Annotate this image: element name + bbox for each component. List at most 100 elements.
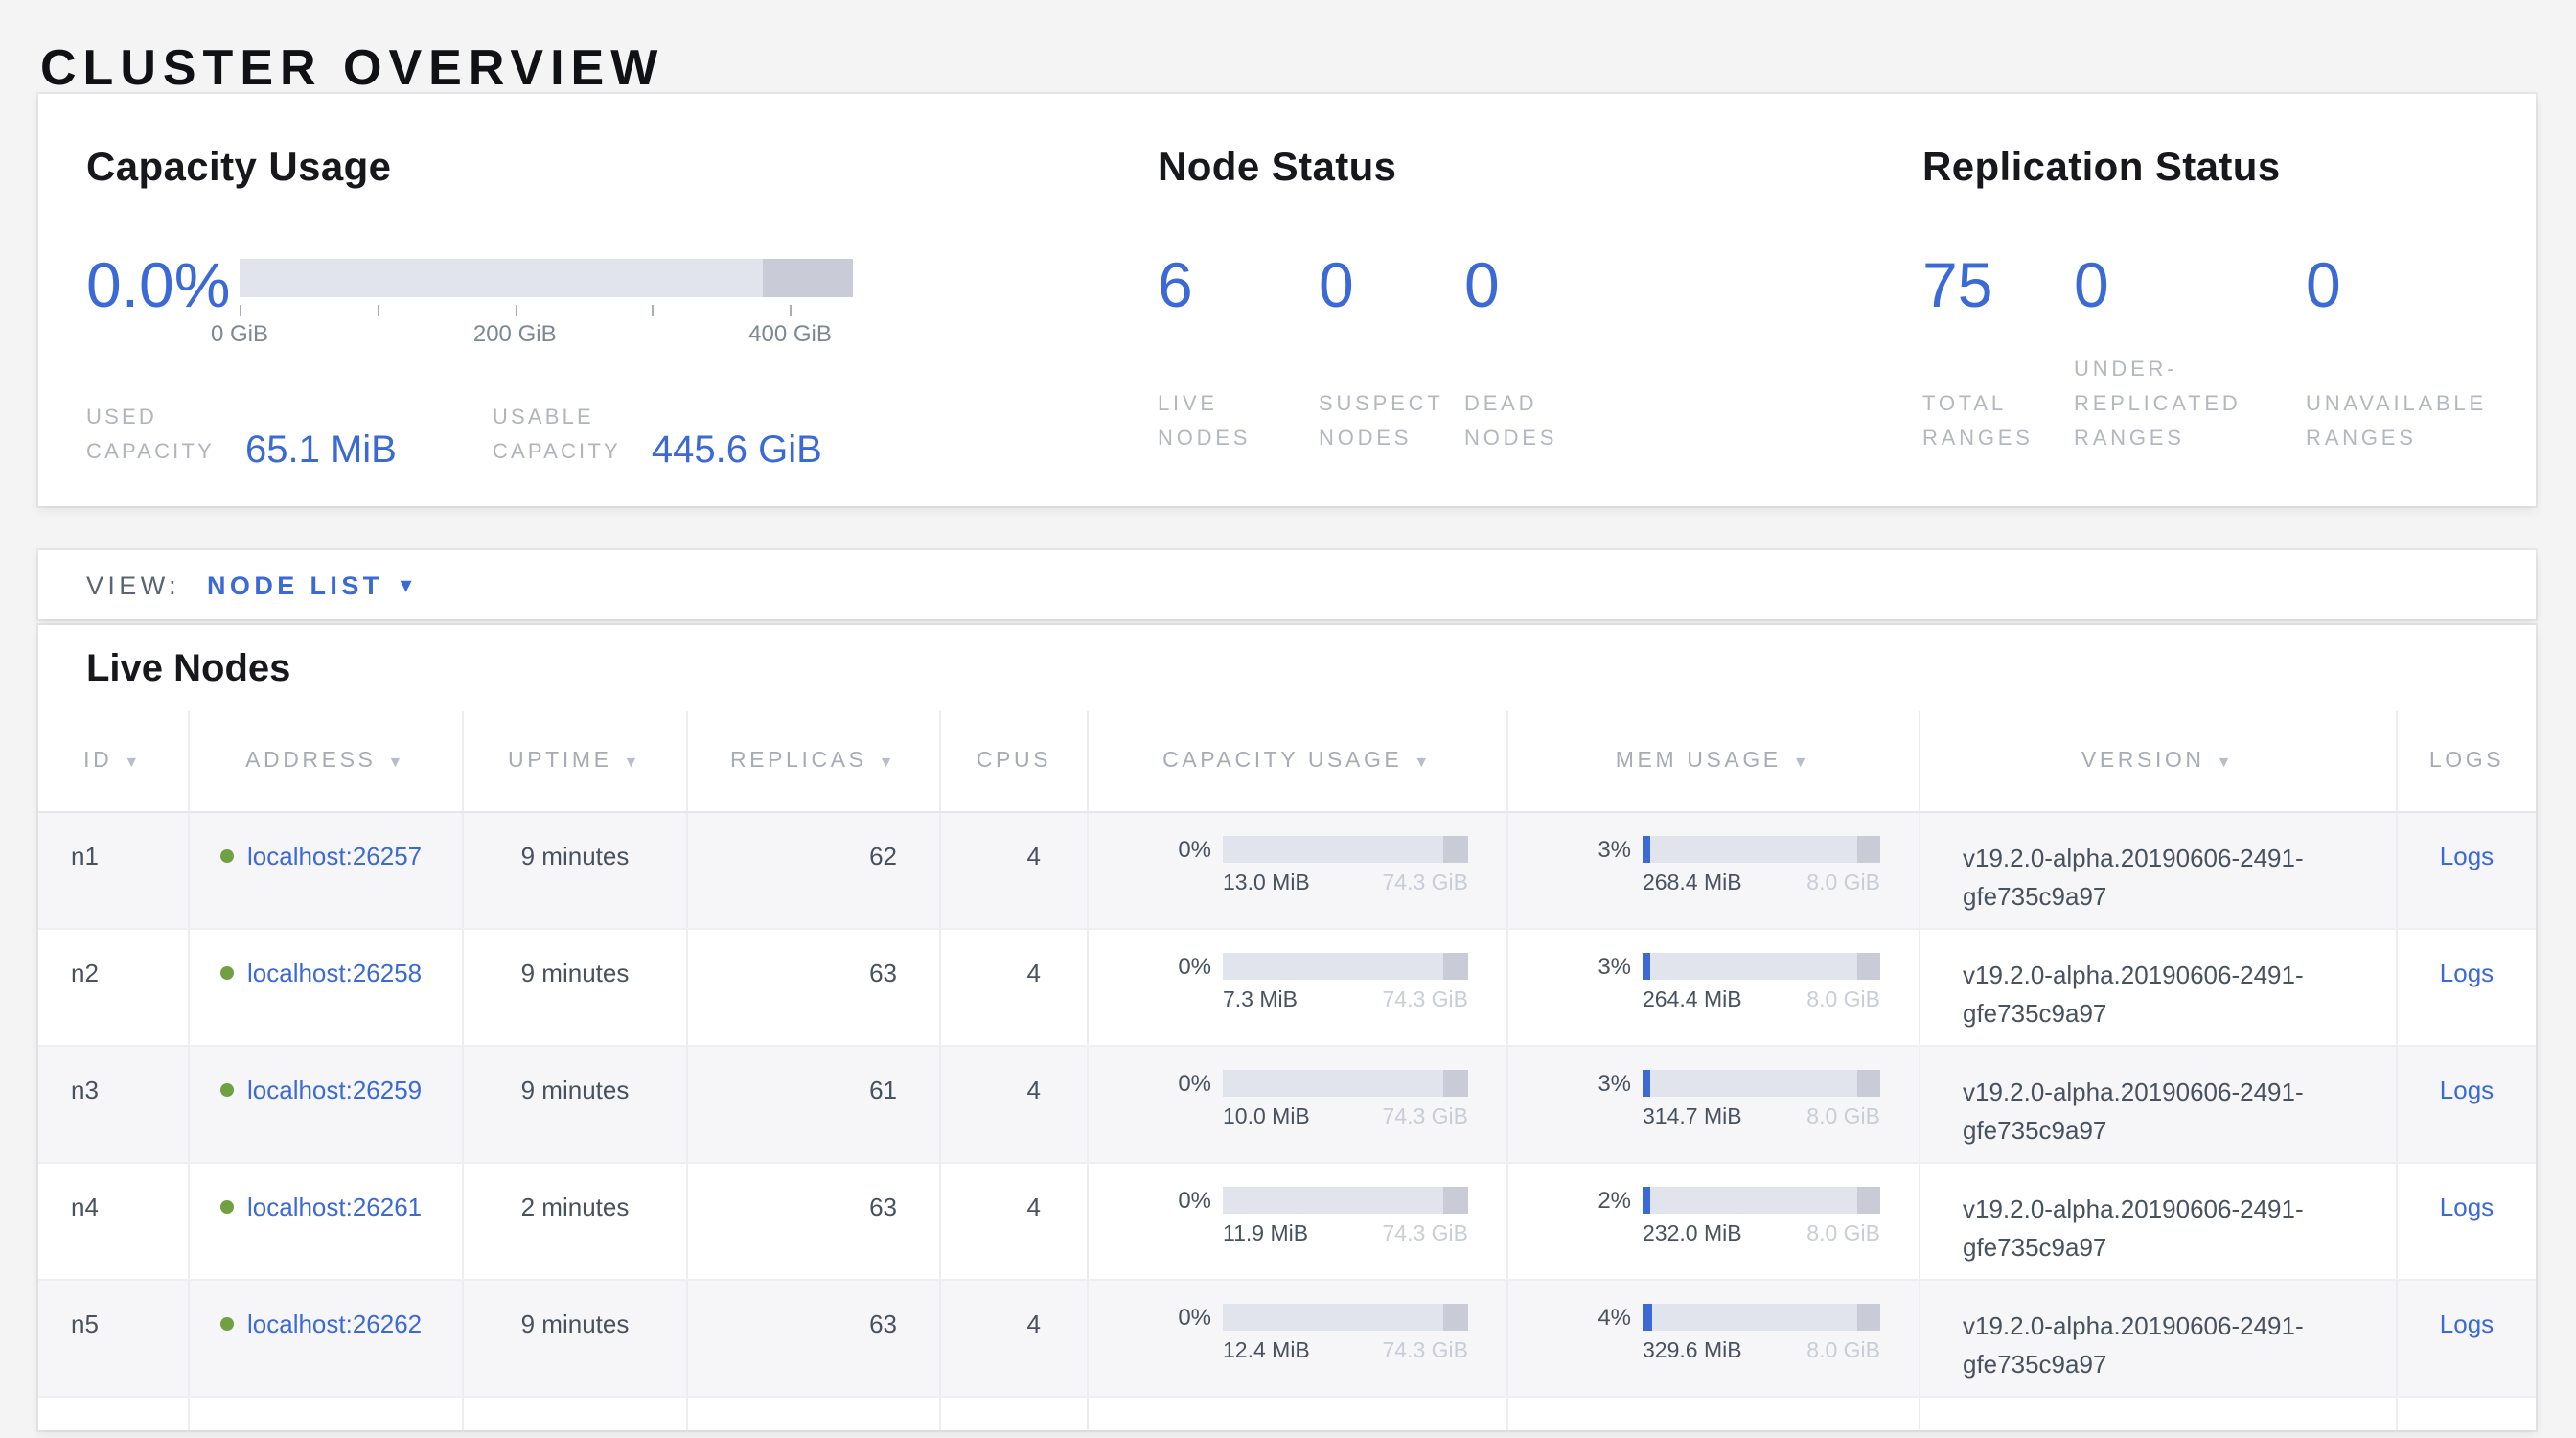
- dead-nodes-count: 0: [1464, 259, 1591, 313]
- capacity-bar-other-segment: [1443, 836, 1468, 863]
- column-header-memory[interactable]: MEM USAGE▼: [1508, 711, 1920, 811]
- node-address-link[interactable]: localhost:26257: [247, 836, 424, 876]
- node-logs-cell: Logs: [2398, 1047, 2536, 1162]
- column-header-label: UPTIME: [508, 750, 612, 773]
- capacity-percent-label: 0%: [1154, 953, 1211, 980]
- empty-cell: [190, 1398, 464, 1430]
- capacity-tick: [653, 305, 655, 316]
- node-status-section: Node Status 6 LIVE NODES 0 SUSPECT NODES…: [1158, 94, 1922, 506]
- memory-used-value: 314.7 MiB: [1643, 1106, 1742, 1129]
- node-address-cell: localhost:26258: [190, 930, 464, 1045]
- node-row: n4localhost:262612 minutes6340%11.9 MiB7…: [38, 1164, 2536, 1281]
- capacity-tick: [515, 305, 517, 316]
- memory-bar-other-segment: [1856, 1070, 1880, 1097]
- column-header-logs: LOGS: [2398, 711, 2536, 811]
- memory-labels: 329.6 MiB8.0 GiB: [1508, 1340, 1919, 1363]
- node-cpus-cell: 4: [941, 1164, 1089, 1279]
- capacity-usage-cell: 0% 10.0 MiB 74.3 GiB: [1089, 1047, 1508, 1162]
- logs-link[interactable]: Logs: [2440, 1191, 2494, 1279]
- capacity-used-value: 10.0 MiB: [1223, 1106, 1310, 1129]
- under-replicated-ranges-label: UNDER-REPLICATED RANGES: [2074, 353, 2288, 456]
- page-title: CLUSTER OVERVIEW: [40, 38, 664, 98]
- node-address-link[interactable]: localhost:26258: [247, 953, 424, 993]
- memory-bar-other-segment: [1856, 1187, 1880, 1214]
- memory-bar: [1643, 1187, 1880, 1214]
- capacity-usage-cell: 0%11.9 MiB74.3 GiB: [1089, 1164, 1508, 1279]
- node-address-cell: localhost:26262: [190, 1281, 464, 1396]
- dead-nodes-stat: 0 DEAD NODES: [1464, 259, 1591, 456]
- capacity-bar: [1223, 1304, 1468, 1331]
- capacity-usage-cell: 0% 7.3 MiB 74.3 GiB: [1089, 930, 1508, 1045]
- column-header-capacity[interactable]: CAPACITY USAGE▼: [1089, 711, 1508, 811]
- view-selector[interactable]: NODE LIST ▾: [207, 570, 412, 599]
- capacity-bar-other-segment: [1443, 1070, 1468, 1097]
- memory-bar-other-segment: [1856, 1304, 1880, 1331]
- memory-total-value: 8.0 GiB: [1806, 989, 1880, 1012]
- total-ranges-label: TOTAL RANGES: [1922, 387, 2049, 456]
- capacity-percent-label: 0%: [1154, 1070, 1211, 1097]
- capacity-bar-other-segment: [1443, 1187, 1468, 1214]
- empty-cell: [1508, 1398, 1920, 1430]
- capacity-used-value: 13.0 MiB: [1223, 872, 1310, 895]
- column-header-replicas[interactable]: REPLICAS▼: [688, 711, 941, 811]
- capacity-total-value: 74.3 GiB: [1383, 989, 1469, 1012]
- live-nodes-stat: 6 LIVE NODES: [1158, 259, 1319, 456]
- node-live-status-dot: [220, 1317, 234, 1331]
- node-logs-cell: Logs: [2398, 1281, 2536, 1396]
- node-address-link[interactable]: localhost:26262: [247, 1304, 424, 1344]
- memory-percent-label: 3%: [1574, 1070, 1631, 1097]
- column-header-address[interactable]: ADDRESS▼: [190, 711, 464, 811]
- node-status-title: Node Status: [1158, 144, 1922, 194]
- capacity-total-value: 74.3 GiB: [1383, 1106, 1469, 1129]
- memory-total-value: 8.0 GiB: [1806, 1223, 1880, 1246]
- memory-meter: 3%: [1508, 953, 1919, 980]
- node-cpus-cell: 4: [941, 1281, 1089, 1396]
- used-capacity-value: 65.1 MiB: [245, 431, 397, 470]
- column-header-version[interactable]: VERSION▼: [1920, 711, 2398, 811]
- memory-usage-cell: 4%329.6 MiB8.0 GiB: [1508, 1281, 1920, 1396]
- memory-usage-cell: 3%268.4 MiB8.0 GiB: [1508, 813, 1920, 928]
- logs-link[interactable]: Logs: [2440, 1074, 2494, 1162]
- node-status-stats: 6 LIVE NODES 0 SUSPECT NODES 0 DEAD NODE…: [1158, 259, 1922, 456]
- memory-bar-fill: [1643, 1187, 1650, 1214]
- logs-link[interactable]: Logs: [2440, 957, 2494, 1045]
- empty-cell: [1920, 1398, 2398, 1430]
- node-address-link[interactable]: localhost:26259: [247, 1070, 424, 1110]
- view-selected-option: NODE LIST: [207, 570, 383, 599]
- column-header-label: VERSION: [2082, 750, 2205, 773]
- node-replicas-cell: 61: [688, 1047, 941, 1162]
- logs-link[interactable]: Logs: [2440, 840, 2494, 928]
- live-nodes-label: LIVE NODES: [1158, 387, 1284, 456]
- empty-cell: [688, 1398, 941, 1430]
- node-replicas-cell: 63: [688, 930, 941, 1045]
- node-address-link[interactable]: localhost:26261: [247, 1187, 424, 1227]
- capacity-usage-cell: 0%13.0 MiB74.3 GiB: [1089, 813, 1508, 928]
- capacity-tick: [378, 305, 380, 316]
- capacity-used-value: 11.9 MiB: [1223, 1223, 1308, 1246]
- node-cpus-cell: 4: [941, 1047, 1089, 1162]
- node-live-status-dot: [220, 1083, 234, 1097]
- capacity-usage-title: Capacity Usage: [86, 144, 1158, 194]
- suspect-nodes-stat: 0 SUSPECT NODES: [1319, 259, 1464, 456]
- node-id-cell: n5: [38, 1281, 190, 1396]
- memory-bar-fill: [1643, 1304, 1652, 1331]
- capacity-labels: 13.0 MiB74.3 GiB: [1089, 872, 1506, 895]
- node-version-cell: v19.2.0-alpha.20190606-2491-gfe735c9a97: [1920, 1047, 2398, 1162]
- column-header-uptime[interactable]: UPTIME▼: [464, 711, 688, 811]
- logs-link[interactable]: Logs: [2440, 1308, 2494, 1396]
- under-replicated-ranges-count: 0: [2074, 259, 2306, 313]
- cluster-overview-page: CLUSTER OVERVIEW Capacity Usage 0.0% 0 G…: [0, 0, 2576, 1438]
- column-header-id[interactable]: ID▼: [38, 711, 190, 811]
- column-header-label: LOGS: [2429, 750, 2504, 773]
- capacity-used-value: 7.3 MiB: [1223, 989, 1298, 1012]
- memory-bar: [1643, 1070, 1880, 1097]
- node-id-cell: n2: [38, 930, 190, 1045]
- node-address-cell: localhost:26259: [190, 1047, 464, 1162]
- node-replicas-cell: 62: [688, 813, 941, 928]
- memory-percent-label: 3%: [1574, 836, 1631, 863]
- used-capacity-stat: USED CAPACITY 65.1 MiB: [86, 401, 397, 470]
- sort-arrow-icon: ▼: [1414, 753, 1432, 770]
- live-nodes-panel: Live Nodes ID▼ADDRESS▼UPTIME▼REPLICAS▼CP…: [38, 625, 2536, 1430]
- column-header-cpus: CPUS: [941, 711, 1089, 811]
- total-ranges-stat: 75 TOTAL RANGES: [1922, 259, 2074, 456]
